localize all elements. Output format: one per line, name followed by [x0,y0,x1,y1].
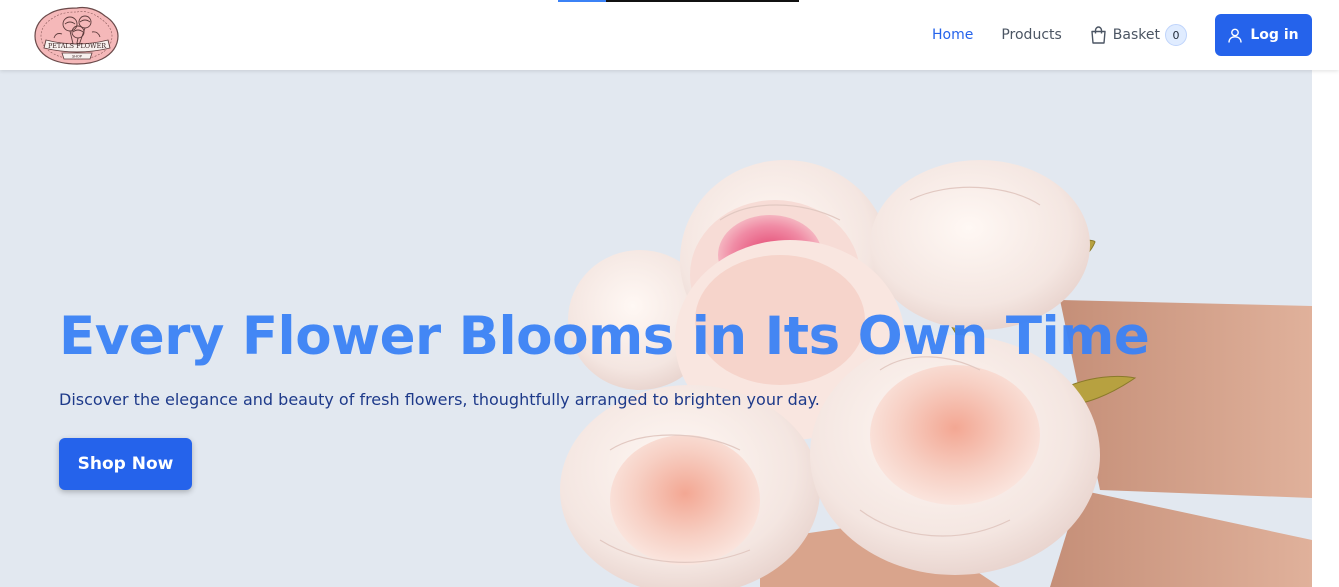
page-loading-bar-fill [558,0,607,2]
shop-now-button[interactable]: Shop Now [59,438,192,490]
basket-count-badge: 0 [1165,24,1187,46]
nav-products-link[interactable]: Products [1001,27,1061,43]
page-loading-bar [558,0,799,2]
hero-subtitle: Discover the elegance and beauty of fres… [59,390,820,409]
shopping-bag-icon [1091,26,1106,44]
peony-bouquet-logo-icon: PETALS FLOWER SHOP [34,6,119,65]
nav-basket-link[interactable]: Basket 0 [1090,24,1187,46]
nav-home-link[interactable]: Home [932,27,973,43]
user-icon [1228,28,1243,43]
main-nav: Home Products Basket 0 Log in [932,14,1312,56]
hero-title: Every Flower Blooms in Its Own Time [59,306,1150,367]
brand-logo[interactable]: PETALS FLOWER SHOP [32,4,122,66]
login-label: Log in [1250,27,1299,43]
logo-subtitle: SHOP [72,55,83,59]
logo-wordmark: PETALS FLOWER [48,42,106,50]
basket-label: Basket [1112,27,1160,43]
hero-section: Every Flower Blooms in Its Own Time Disc… [0,70,1339,587]
site-header: PETALS FLOWER SHOP Home Products Basket … [0,0,1339,70]
login-button[interactable]: Log in [1215,14,1312,56]
